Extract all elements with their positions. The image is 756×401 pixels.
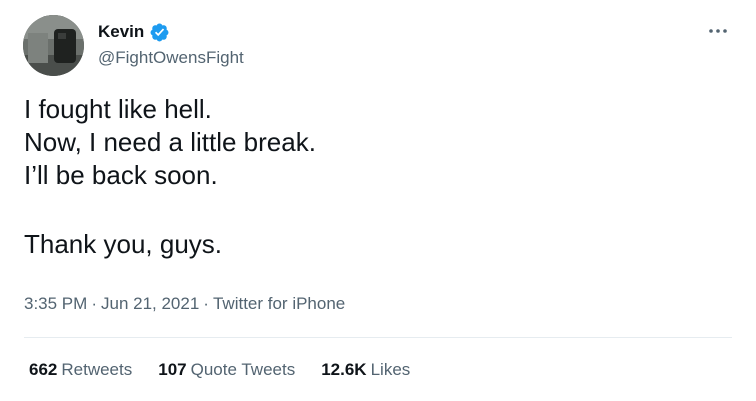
engagement-stats: 662 Retweets 107 Quote Tweets 12.6K Likes (29, 359, 410, 381)
tweet-line: Now, I need a little break. (24, 127, 316, 157)
tweet-line: I’ll be back soon. (24, 160, 218, 190)
verified-badge-icon (149, 22, 170, 43)
quote-tweets-count: 107 (158, 360, 187, 379)
tweet-meta: 3:35 PM · Jun 21, 2021 · Twitter for iPhone (24, 293, 345, 315)
display-name[interactable]: Kevin (98, 21, 144, 43)
meta-separator: · (203, 294, 209, 313)
likes-count: 12.6K (321, 360, 367, 379)
tweet-text: I fought like hell. Now, I need a little… (24, 93, 724, 261)
divider (24, 337, 732, 338)
retweets-count: 662 (29, 360, 58, 379)
author-name-row: Kevin (98, 21, 170, 43)
retweets-stat[interactable]: 662 Retweets (29, 359, 132, 381)
meta-separator: · (91, 294, 97, 313)
tweet-card: Kevin @FightOwensFight I fought like hel… (0, 0, 756, 401)
quote-tweets-label: Quote Tweets (190, 360, 296, 379)
tweet-line: I fought like hell. (24, 94, 212, 124)
tweet-source[interactable]: Twitter for iPhone (213, 294, 345, 313)
author-handle[interactable]: @FightOwensFight (98, 47, 244, 69)
tweet-time[interactable]: 3:35 PM (24, 294, 87, 313)
retweets-label: Retweets (61, 360, 133, 379)
tweet-date[interactable]: Jun 21, 2021 (101, 294, 199, 313)
quote-tweets-stat[interactable]: 107 Quote Tweets (158, 359, 295, 381)
more-dots-icon (708, 21, 728, 39)
likes-stat[interactable]: 12.6K Likes (321, 359, 410, 381)
more-options-button[interactable] (704, 20, 732, 40)
avatar[interactable] (23, 15, 84, 76)
profile-photo-icon (23, 15, 84, 76)
tweet-line: Thank you, guys. (24, 229, 222, 259)
likes-label: Likes (370, 360, 411, 379)
